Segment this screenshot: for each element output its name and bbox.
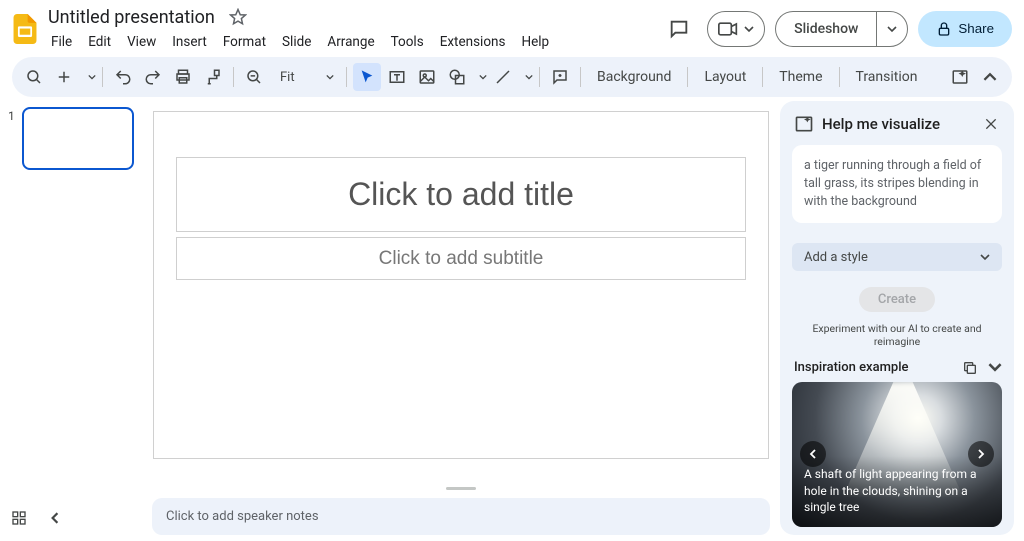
zoom-select[interactable]: Fit — [270, 70, 340, 85]
prompt-input[interactable]: a tiger running through a field of tall … — [792, 145, 1002, 223]
expand-icon[interactable] — [988, 360, 1002, 376]
title-placeholder[interactable]: Click to add title — [176, 157, 746, 232]
layout-button[interactable]: Layout — [694, 63, 756, 91]
chevron-down-icon — [887, 24, 897, 34]
slideshow-dropdown[interactable] — [876, 11, 908, 47]
meet-button[interactable] — [707, 11, 765, 47]
zoom-button[interactable] — [240, 63, 268, 91]
lock-icon — [936, 21, 952, 37]
filmstrip: 1 — [0, 97, 142, 541]
menu-format[interactable]: Format — [216, 31, 273, 53]
notes-resize-handle[interactable] — [446, 487, 476, 490]
chevron-down-icon — [326, 73, 334, 81]
menu-tools[interactable]: Tools — [384, 31, 431, 53]
help-me-visualize-panel: Help me visualize a tiger running throug… — [780, 101, 1014, 535]
paint-format-button[interactable] — [199, 63, 227, 91]
speaker-notes[interactable]: Click to add speaker notes — [152, 498, 770, 535]
star-icon[interactable] — [225, 4, 251, 30]
redo-button[interactable] — [139, 63, 167, 91]
slide-canvas[interactable]: Click to add title Click to add subtitle — [154, 112, 768, 458]
chevron-down-icon — [980, 252, 990, 262]
slideshow-button[interactable]: Slideshow — [775, 11, 876, 47]
search-icon[interactable] — [20, 63, 48, 91]
new-slide-button[interactable] — [50, 63, 78, 91]
textbox-tool[interactable] — [383, 63, 411, 91]
chevron-down-icon[interactable] — [88, 73, 96, 81]
toolbar: Fit Background Layout Theme Transition — [12, 57, 1012, 97]
menu-extensions[interactable]: Extensions — [433, 31, 513, 53]
collapse-toolbar-icon[interactable] — [976, 63, 1004, 91]
zoom-label: Fit — [280, 70, 295, 85]
image-tool[interactable] — [413, 63, 441, 91]
comment-tool[interactable] — [546, 63, 574, 91]
copy-icon[interactable] — [962, 360, 978, 376]
theme-button[interactable]: Theme — [769, 63, 832, 91]
share-button[interactable]: Share — [918, 11, 1012, 47]
background-button[interactable]: Background — [587, 63, 681, 91]
menu-help[interactable]: Help — [514, 31, 556, 53]
transition-button[interactable]: Transition — [846, 63, 928, 91]
select-tool[interactable] — [353, 63, 381, 91]
close-icon[interactable] — [980, 113, 1002, 135]
chevron-down-icon[interactable] — [525, 73, 533, 81]
shape-tool[interactable] — [443, 63, 471, 91]
menu-file[interactable]: File — [44, 31, 79, 53]
menu-edit[interactable]: Edit — [81, 31, 118, 53]
chevron-down-icon — [744, 24, 754, 34]
inspiration-caption: A shaft of light appearing from a hole i… — [792, 456, 1002, 527]
subtitle-placeholder[interactable]: Click to add subtitle — [176, 237, 746, 280]
menu-insert[interactable]: Insert — [165, 31, 214, 53]
slide-thumbnail[interactable] — [22, 107, 134, 170]
slideshow-button-group: Slideshow — [775, 11, 908, 47]
menu-slide[interactable]: Slide — [275, 31, 318, 53]
line-tool[interactable] — [489, 63, 517, 91]
undo-button[interactable] — [109, 63, 137, 91]
sidepanel-title: Help me visualize — [822, 115, 940, 133]
slides-logo[interactable] — [12, 16, 38, 42]
slide-number: 1 — [8, 107, 16, 170]
share-label: Share — [958, 21, 994, 36]
menu-view[interactable]: View — [120, 31, 163, 53]
chevron-down-icon[interactable] — [479, 73, 487, 81]
grid-view-icon[interactable] — [8, 507, 30, 529]
sparkle-image-icon — [794, 114, 814, 134]
doc-title[interactable]: Untitled presentation — [44, 6, 219, 29]
style-label: Add a style — [804, 250, 868, 265]
comments-icon[interactable] — [661, 11, 697, 47]
inspiration-card[interactable]: A shaft of light appearing from a hole i… — [792, 382, 1002, 527]
menu-bar: File Edit View Insert Format Slide Arran… — [44, 30, 556, 53]
image-generate-icon[interactable] — [946, 63, 974, 91]
style-select[interactable]: Add a style — [792, 243, 1002, 271]
menu-arrange[interactable]: Arrange — [320, 31, 381, 53]
sidepanel-hint: Experiment with our AI to create and rei… — [780, 322, 1014, 356]
slideshow-label: Slideshow — [794, 21, 858, 37]
filmstrip-toggle-icon[interactable] — [44, 507, 66, 529]
print-button[interactable] — [169, 63, 197, 91]
inspiration-heading: Inspiration example — [794, 360, 909, 375]
create-button[interactable]: Create — [859, 287, 935, 312]
